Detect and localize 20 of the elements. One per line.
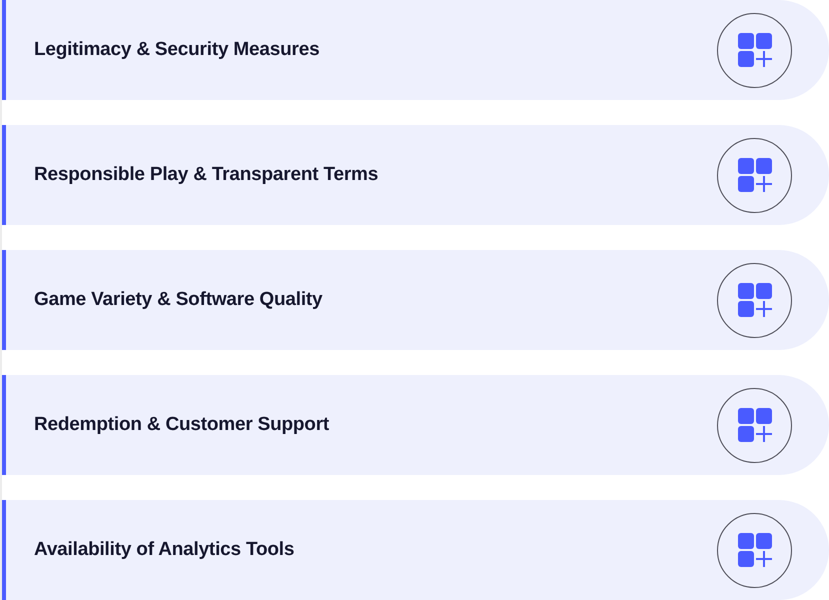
- item-title: Game Variety & Software Quality: [34, 289, 322, 311]
- expand-button[interactable]: [717, 12, 792, 88]
- grid-plus-icon: [738, 408, 772, 442]
- accordion-item[interactable]: Legitimacy & Security Measures: [2, 0, 829, 100]
- grid-plus-icon: [738, 33, 772, 67]
- expand-button[interactable]: [717, 512, 792, 588]
- expand-button[interactable]: [717, 138, 792, 212]
- grid-plus-icon: [738, 158, 772, 192]
- accordion-item[interactable]: Responsible Play & Transparent Terms: [2, 125, 829, 225]
- item-title: Responsible Play & Transparent Terms: [34, 164, 378, 186]
- accordion-item[interactable]: Availability of Analytics Tools: [2, 500, 829, 600]
- grid-plus-icon: [738, 283, 772, 317]
- item-title: Redemption & Customer Support: [34, 414, 330, 436]
- accordion-item[interactable]: Game Variety & Software Quality: [2, 250, 829, 350]
- grid-plus-icon: [738, 533, 772, 567]
- expand-button[interactable]: [717, 388, 792, 462]
- expand-button[interactable]: [717, 262, 792, 338]
- item-title: Legitimacy & Security Measures: [34, 39, 320, 61]
- accordion-item[interactable]: Redemption & Customer Support: [2, 375, 829, 475]
- item-title: Availability of Analytics Tools: [34, 539, 294, 561]
